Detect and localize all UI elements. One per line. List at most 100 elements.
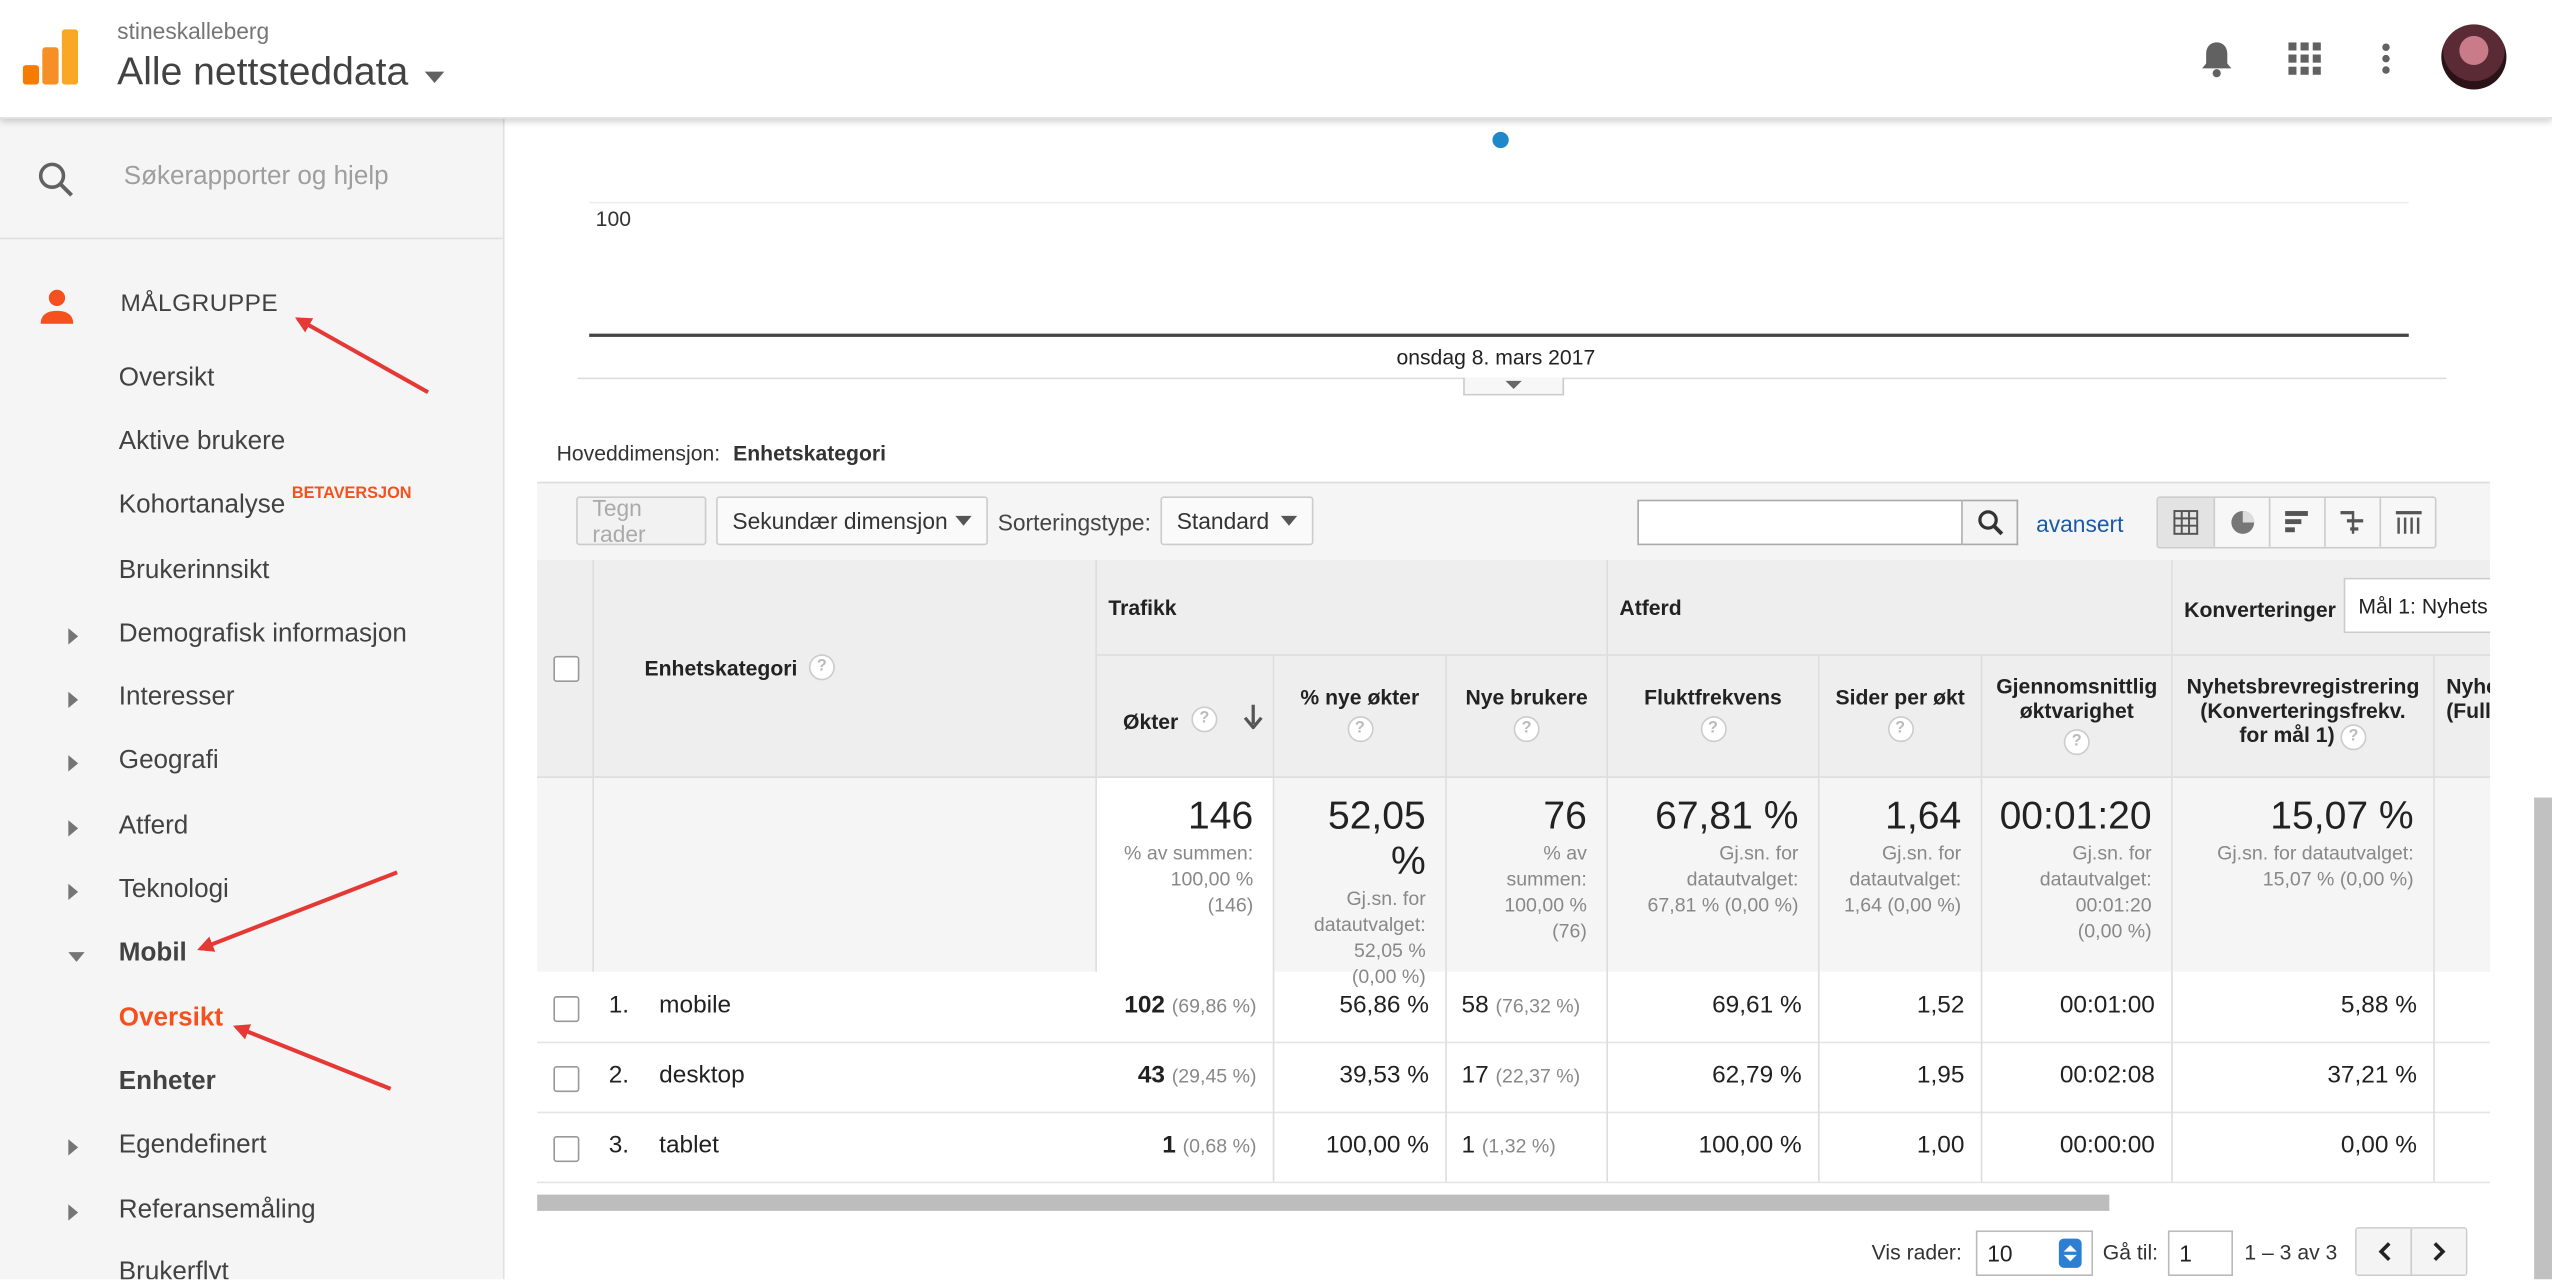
row-dimension-link[interactable]: tablet xyxy=(659,1131,719,1159)
chart-x-label: onsdag 8. mars 2017 xyxy=(1396,345,1596,370)
row-pages: 1,95 xyxy=(1820,1041,1983,1112)
table-horizontal-scrollbar[interactable] xyxy=(537,1194,2110,1211)
performance-view-icon[interactable] xyxy=(2268,498,2325,547)
primary-dimension-value[interactable]: Enhetskategori xyxy=(733,441,886,465)
table-view-toggle xyxy=(2156,496,2437,549)
show-rows-select[interactable]: 10 xyxy=(1975,1230,2094,1276)
audience-section-header[interactable]: MÅLGRUPPE xyxy=(0,239,503,366)
goto-label: Gå til: xyxy=(2102,1240,2159,1265)
chart-collapse-toggle[interactable] xyxy=(1463,377,1565,396)
data-table-view-icon[interactable] xyxy=(2158,498,2214,547)
plot-rows-button[interactable]: Tegn rader xyxy=(576,495,707,547)
sidebar-item-user-explorer[interactable]: Brukerinnsikt xyxy=(0,557,503,596)
row-dimension-link[interactable]: mobile xyxy=(659,991,731,1019)
pie-chart-view-icon[interactable] xyxy=(2213,498,2269,547)
previous-page-icon[interactable] xyxy=(2356,1228,2411,1275)
dropdown-arrow-icon xyxy=(955,515,972,526)
new-users-column-header[interactable]: Nye brukere? xyxy=(1446,655,1609,778)
property-selector[interactable]: Alle nettsteddata xyxy=(117,50,444,96)
help-icon[interactable]: ? xyxy=(808,654,835,681)
sidebar-item-overview[interactable]: Oversikt xyxy=(0,365,503,404)
totals-bounce: 67,81 % Gj.sn. for datautvalget: 67,81 %… xyxy=(1608,777,1820,972)
sessions-column-header[interactable]: Økter ? xyxy=(1096,655,1275,778)
sidebar-item-custom[interactable]: Egendefinert xyxy=(0,1131,503,1170)
row-pct-new: 100,00 % xyxy=(1274,1111,1447,1182)
more-vert-icon[interactable] xyxy=(2360,33,2412,85)
primary-dimension: Hoveddimensjon: Enhetskategori xyxy=(557,441,886,465)
row-checkbox[interactable] xyxy=(553,996,580,1023)
table-row[interactable]: 3. tablet 1 (0,68 %) 100,00 % 1 (1,32 %)… xyxy=(537,1111,2491,1184)
bounce-rate-column-header[interactable]: Fluktfrekvens? xyxy=(1608,655,1820,778)
sidebar-item-demographics[interactable]: Demografisk informasjon xyxy=(0,620,503,659)
totals-label xyxy=(594,777,1097,972)
comparison-view-icon[interactable] xyxy=(2324,498,2380,547)
sidebar-item-mobile[interactable]: Mobil xyxy=(0,939,503,978)
advanced-filter-link[interactable]: avansert xyxy=(2036,511,2123,537)
help-icon[interactable]: ? xyxy=(1513,716,1540,743)
pivot-view-icon[interactable] xyxy=(2379,498,2435,547)
help-icon[interactable]: ? xyxy=(2340,723,2367,750)
dimension-header[interactable]: Enhetskategori? xyxy=(594,559,1097,778)
secondary-dimension-select[interactable]: Sekundær dimensjon xyxy=(716,496,988,546)
avg-session-duration-column-header[interactable]: Gjennomsnittlig øktvarighet? xyxy=(1982,655,2173,778)
report-search[interactable]: Søkerapporter og hjelp xyxy=(0,117,503,240)
totals-spacer xyxy=(537,777,595,972)
row-bounce: 62,79 % xyxy=(1608,1041,1820,1112)
help-icon[interactable]: ? xyxy=(1191,706,1218,733)
row-goal: 5,88 % xyxy=(2173,971,2435,1042)
chevron-down-icon xyxy=(424,70,444,83)
row-pct-new: 39,53 % xyxy=(1274,1041,1447,1112)
sidebar-item-behavior[interactable]: Atferd xyxy=(0,812,503,851)
table-row[interactable]: 1. mobile 102 (69,86 %) 56,86 % 58 (76,3… xyxy=(537,971,2491,1044)
sidebar-item-mobile-overview[interactable]: Oversikt xyxy=(0,1004,503,1043)
sort-descending-icon[interactable] xyxy=(1243,703,1263,730)
help-icon[interactable]: ? xyxy=(1346,716,1373,743)
expand-arrow-icon xyxy=(68,628,79,645)
select-all-checkbox[interactable] xyxy=(553,655,580,682)
chart-y-tick: 100 xyxy=(595,206,632,232)
sidebar-item-interests[interactable]: Interesser xyxy=(0,684,503,723)
analytics-logo-icon[interactable] xyxy=(22,29,79,85)
row-duration: 00:00:00 xyxy=(1982,1111,2173,1182)
table-row[interactable]: 2. desktop 43 (29,45 %) 39,53 % 17 (22,3… xyxy=(537,1041,2491,1114)
apps-grid-icon[interactable] xyxy=(2279,33,2331,85)
help-icon[interactable]: ? xyxy=(1699,716,1727,743)
sidebar-item-cohort-analysis[interactable]: Kohortanalyse BETAVERSJON xyxy=(0,485,503,531)
page-scrollbar[interactable] xyxy=(2534,797,2552,1280)
goal-completions-column-header[interactable]: Nyhe (Full xyxy=(2434,655,2491,778)
sidebar-item-active-users[interactable]: Aktive brukere xyxy=(0,428,503,467)
table-search-input[interactable] xyxy=(1637,499,1963,546)
report-main: 100 onsdag 8. mars 2017 Hoveddimensjon: E… xyxy=(537,117,2491,1280)
help-icon[interactable]: ? xyxy=(1887,716,1914,743)
sidebar-item-devices[interactable]: Enheter xyxy=(0,1068,503,1107)
sidebar-item-benchmarking[interactable]: Referansemåling xyxy=(0,1196,503,1235)
totals-new-users: 76 % av summen: 100,00 % (76) xyxy=(1446,777,1609,972)
sidebar-item-technology[interactable]: Teknologi xyxy=(0,876,503,915)
row-duration: 00:01:00 xyxy=(1982,971,2173,1042)
sidebar-item-users-flow[interactable]: Brukerflyt xyxy=(0,1258,503,1279)
notifications-bell-icon[interactable] xyxy=(2191,33,2243,85)
user-avatar[interactable] xyxy=(2441,24,2507,90)
chart-data-point[interactable] xyxy=(1492,131,1509,149)
next-page-icon[interactable] xyxy=(2410,1228,2466,1275)
totals-sessions: 146 % av summen: 100,00 % (146) xyxy=(1096,777,1275,972)
table-search-button[interactable] xyxy=(1962,499,2019,546)
pages-per-session-column-header[interactable]: Sider per økt? xyxy=(1819,655,1983,778)
totals-pct-new: 52,05 % Gj.sn. for datautvalget: 52,05 %… xyxy=(1274,777,1447,988)
totals-cut xyxy=(2434,777,2491,972)
chart-gridline xyxy=(589,201,2409,204)
row-checkbox[interactable] xyxy=(553,1066,580,1093)
dropdown-arrow-icon xyxy=(1280,515,1298,526)
goto-page-input[interactable]: 1 xyxy=(2167,1230,2233,1276)
goal-select[interactable]: Mål 1: Nyhets xyxy=(2343,577,2491,634)
sort-type-select[interactable]: Standard xyxy=(1160,496,1314,546)
goal-conversion-column-header[interactable]: Nyhetsbrevregistrering (Konverteringsfre… xyxy=(2172,655,2435,778)
row-bounce: 100,00 % xyxy=(1608,1111,1820,1182)
pct-new-sessions-column-header[interactable]: % nye økter? xyxy=(1274,655,1447,778)
expand-arrow-icon xyxy=(68,820,79,837)
sidebar-item-geo[interactable]: Geografi xyxy=(0,747,503,786)
row-checkbox[interactable] xyxy=(553,1136,580,1163)
row-dimension-link[interactable]: desktop xyxy=(659,1061,745,1089)
expand-arrow-icon xyxy=(68,691,79,708)
help-icon[interactable]: ? xyxy=(2063,729,2090,756)
